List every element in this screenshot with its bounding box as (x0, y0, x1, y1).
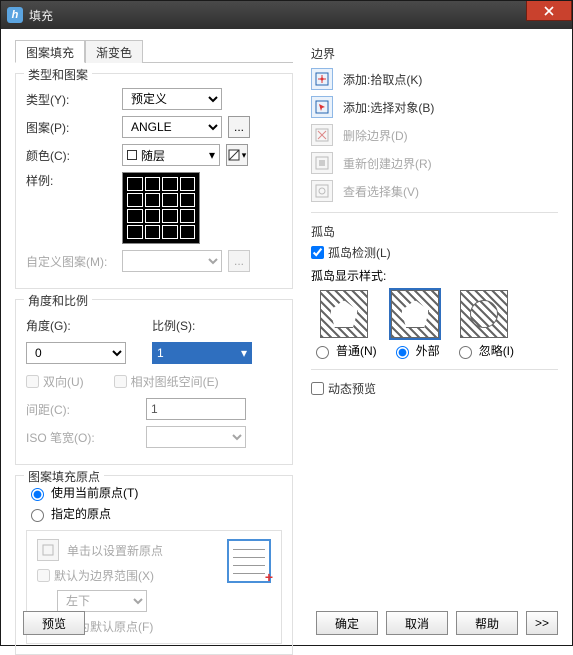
ok-button[interactable]: 确定 (316, 611, 378, 635)
island-detect-checkbox[interactable]: 孤岛检测(L) (311, 244, 558, 261)
type-label: 类型(Y): (26, 91, 116, 108)
tab-pattern-fill[interactable]: 图案填充 (15, 40, 85, 63)
custom-pattern-select (122, 250, 222, 272)
type-pattern-group: 类型和图案 类型(Y): 预定义 图案(P): ANGLE ... 颜色(C):… (15, 73, 293, 289)
titlebar: h 填充 (1, 1, 572, 29)
group-legend: 类型和图案 (24, 66, 92, 83)
group-legend: 图案填充原点 (24, 468, 104, 485)
click-new-origin-label: 单击以设置新原点 (67, 542, 163, 559)
angle-select[interactable]: 0 (26, 342, 126, 364)
scale-label: 比例(S): (152, 317, 195, 334)
angle-scale-group: 角度和比例 角度(G): 比例(S): 0 1▾ 双向(U) 相对图纸空间(E)… (15, 299, 293, 465)
help-button[interactable]: 帮助 (456, 611, 518, 635)
add-select-object-label[interactable]: 添加:选择对象(B) (343, 99, 434, 116)
spacing-label: 间距(C): (26, 401, 140, 418)
remove-boundary-label: 删除边界(D) (343, 127, 408, 144)
boundary-title: 边界 (311, 45, 558, 62)
default-bound-checkbox: 默认为边界范围(X) (37, 567, 219, 584)
bidir-checkbox: 双向(U) (26, 373, 84, 390)
group-legend: 角度和比例 (24, 292, 92, 309)
island-ignore-option[interactable]: 忽略(I) (454, 290, 514, 359)
iso-penwidth-label: ISO 笔宽(O): (26, 429, 140, 446)
plus-icon: + (265, 569, 273, 585)
expand-button[interactable]: >> (526, 611, 558, 635)
island-title: 孤岛 (311, 223, 558, 240)
origin-preview: + (227, 539, 271, 583)
sample-label: 样例: (26, 172, 116, 189)
preview-button[interactable]: 预览 (23, 611, 85, 635)
color-value: 随层 (141, 147, 165, 164)
close-button[interactable] (526, 1, 572, 21)
custom-pattern-browse: ... (228, 250, 250, 272)
add-pick-point-label[interactable]: 添加:拾取点(K) (343, 71, 422, 88)
view-selection-label: 查看选择集(V) (343, 183, 419, 200)
origin-position-select: 左下 (57, 590, 147, 612)
color-secondary-button[interactable]: ▾ (226, 144, 248, 166)
color-select[interactable]: 随层 ▾ (122, 144, 220, 166)
remove-boundary-icon (311, 124, 333, 146)
tab-gradient[interactable]: 渐变色 (85, 40, 143, 63)
sample-preview[interactable] (122, 172, 200, 244)
app-icon: h (7, 7, 23, 23)
set-new-origin-icon (37, 539, 59, 561)
color-label: 颜色(C): (26, 147, 116, 164)
use-current-origin-radio[interactable]: 使用当前原点(T) (26, 484, 282, 501)
add-pick-point-icon[interactable] (311, 68, 333, 90)
scale-field[interactable]: 1▾ (152, 342, 252, 364)
island-display-label: 孤岛显示样式: (311, 267, 558, 284)
pattern-browse-button[interactable]: ... (228, 116, 250, 138)
add-select-object-icon[interactable] (311, 96, 333, 118)
tabbar: 图案填充 渐变色 (15, 39, 293, 63)
iso-penwidth-select (146, 426, 246, 448)
island-normal-option[interactable]: 普通(N) (311, 290, 377, 359)
island-outer-option[interactable]: 外部 (391, 290, 440, 359)
specify-origin-radio[interactable]: 指定的原点 (26, 505, 282, 522)
recreate-boundary-label: 重新创建边界(R) (343, 155, 432, 172)
cancel-button[interactable]: 取消 (386, 611, 448, 635)
pattern-label: 图案(P): (26, 119, 116, 136)
view-selection-icon (311, 180, 333, 202)
pattern-select[interactable]: ANGLE (122, 116, 222, 138)
angle-label: 角度(G): (26, 317, 146, 334)
relative-paper-checkbox: 相对图纸空间(E) (114, 373, 219, 390)
spacing-input (146, 398, 246, 420)
dynamic-preview-checkbox[interactable]: 动态预览 (311, 380, 558, 397)
recreate-boundary-icon (311, 152, 333, 174)
color-swatch-icon (127, 150, 137, 160)
window-title: 填充 (29, 7, 53, 24)
type-select[interactable]: 预定义 (122, 88, 222, 110)
custom-pattern-label: 自定义图案(M): (26, 253, 116, 270)
